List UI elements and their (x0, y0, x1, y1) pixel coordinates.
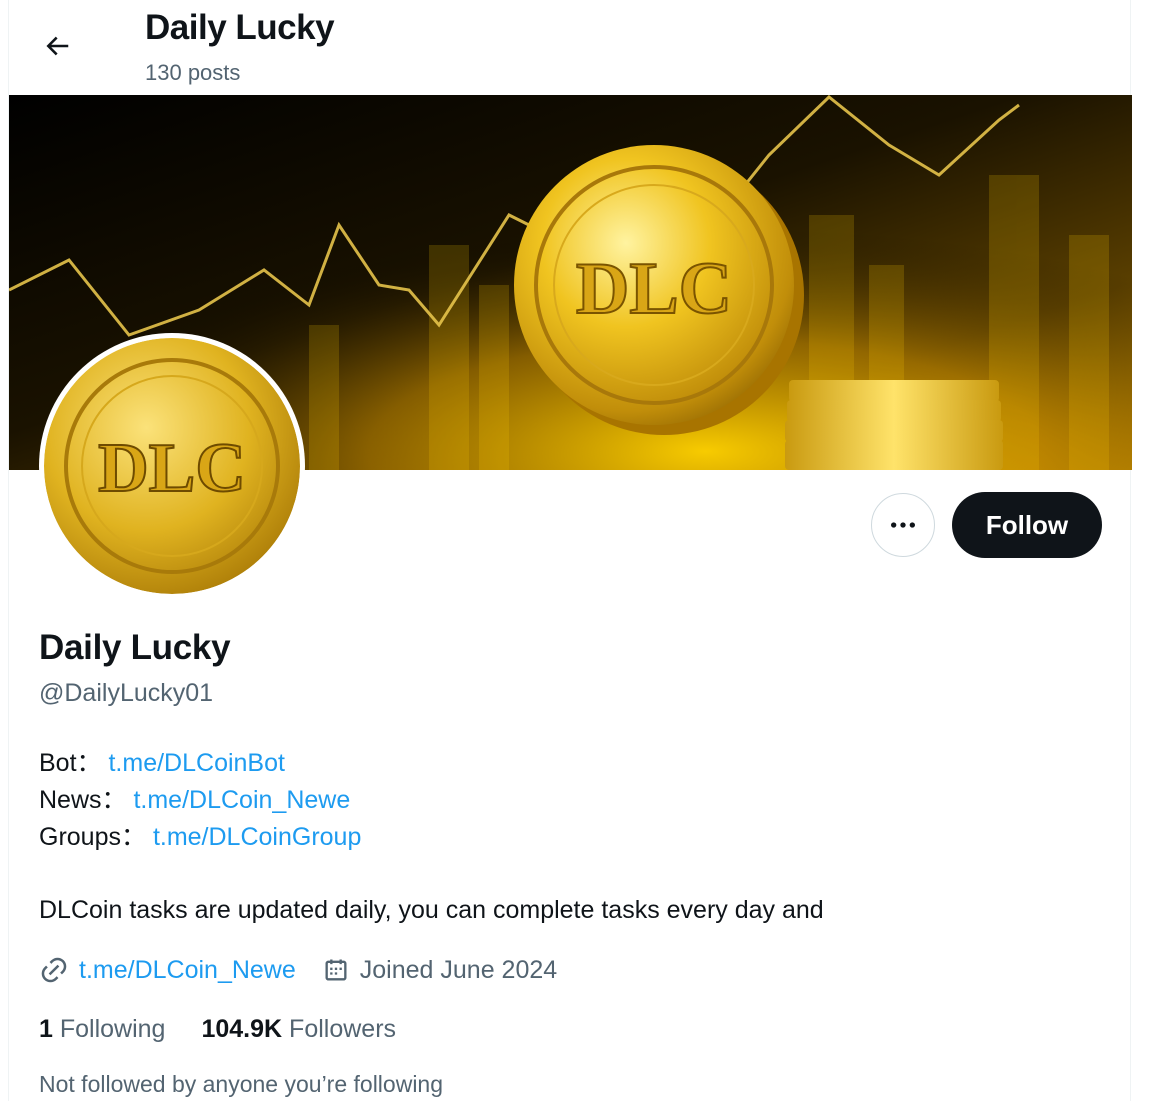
website-link[interactable]: t.me/DLCoin_Newe (79, 956, 296, 985)
bio-label: News： (39, 786, 127, 814)
post-count: 130 posts (145, 60, 241, 85)
arrow-left-icon (46, 36, 69, 56)
profile-handle: @DailyLucky01 (39, 679, 214, 707)
bio-line-news: News： t.me/DLCoin_Newe (39, 782, 361, 819)
bio-link-groups[interactable]: t.me/DLCoinGroup (153, 823, 361, 851)
bio-label: Bot： (39, 749, 102, 777)
not-followed-notice: Not followed by anyone you’re following (39, 1071, 444, 1097)
header-title: Daily Lucky (145, 8, 335, 47)
follow-button[interactable]: Follow (952, 492, 1102, 558)
joined-item: Joined June 2024 (322, 956, 557, 985)
follow-stats: 1 Following 104.9K Followers (39, 1015, 432, 1044)
bio-link-bot[interactable]: t.me/DLCoinBot (108, 749, 284, 777)
avatar[interactable]: DLC (39, 333, 305, 599)
link-icon (39, 955, 69, 985)
calendar-icon (322, 956, 350, 984)
svg-text:DLC: DLC (576, 248, 732, 330)
website-item: t.me/DLCoin_Newe (39, 955, 296, 985)
bio-line-bot: Bot： t.me/DLCoinBot (39, 745, 361, 782)
joined-date: Joined June 2024 (359, 955, 558, 984)
coin-stack (785, 380, 1003, 470)
following-link[interactable]: 1 Following (39, 1015, 165, 1044)
bio-line-groups: Groups： t.me/DLCoinGroup (39, 819, 361, 856)
more-dots-icon (891, 522, 915, 528)
more-options-button[interactable] (871, 493, 935, 557)
followers-link[interactable]: 104.9K Followers (201, 1015, 396, 1044)
profile-description: DLCoin tasks are updated daily, you can … (39, 896, 824, 924)
following-count: 1 (39, 1015, 53, 1043)
profile-bio: Bot： t.me/DLCoinBot News： t.me/DLCoin_Ne… (39, 745, 361, 856)
followers-count: 104.9K (201, 1015, 283, 1043)
top-bar: Daily Lucky 130 posts (9, 0, 1132, 95)
following-label: Following (59, 1015, 166, 1043)
bio-link-news[interactable]: t.me/DLCoin_Newe (133, 786, 350, 814)
profile-meta: t.me/DLCoin_Newe Joined June 2024 (39, 955, 583, 985)
back-button[interactable] (35, 24, 79, 68)
profile-column: Daily Lucky 130 posts DLC DLC Follow Dai… (8, 0, 1132, 1101)
svg-text:DLC: DLC (98, 430, 246, 507)
bio-label: Groups： (39, 823, 146, 851)
profile-name: Daily Lucky (39, 628, 231, 667)
followers-label: Followers (289, 1015, 397, 1043)
